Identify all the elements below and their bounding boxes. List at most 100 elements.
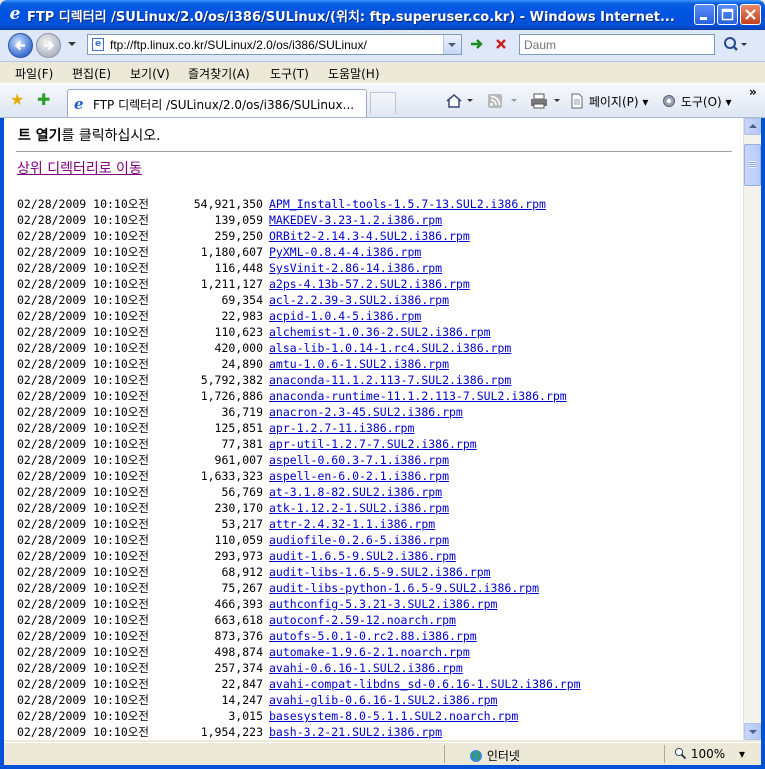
add-favorite-icon[interactable]: ✚ bbox=[37, 92, 50, 108]
menu-view[interactable]: 보기(V) bbox=[130, 65, 170, 82]
page-menu-label: 페이지(P) bbox=[588, 95, 639, 109]
scroll-thumb[interactable] bbox=[744, 144, 761, 186]
file-link[interactable]: avahi-0.6.16-1.SUL2.i386.rpm bbox=[269, 660, 463, 676]
zoom-dropdown-icon[interactable]: ▾ bbox=[739, 747, 745, 761]
file-link[interactable]: attr-2.4.32-1.1.i386.rpm bbox=[269, 516, 435, 532]
file-link[interactable]: alsa-lib-1.0.14-1.rc4.SUL2.i386.rpm bbox=[269, 340, 511, 356]
file-date: 02/28/2009 10:10오전 bbox=[17, 325, 149, 339]
tab-current[interactable]: e FTP 디렉터리 /SULinux/2.0/os/i386/SULinux.… bbox=[67, 89, 367, 117]
rss-feed-icon bbox=[488, 94, 517, 108]
file-link[interactable]: avahi-compat-libdns_sd-0.6.16-1.SUL2.i38… bbox=[269, 676, 581, 692]
feeds-button[interactable] bbox=[487, 93, 519, 112]
file-link[interactable]: atk-1.12.2-1.SUL2.i386.rpm bbox=[269, 500, 449, 516]
globe-icon bbox=[470, 750, 482, 762]
file-link[interactable]: bash-3.2-21.SUL2.i386.rpm bbox=[269, 724, 442, 740]
file-link[interactable]: anaconda-runtime-11.1.2.113-7.SUL2.i386.… bbox=[269, 388, 567, 404]
file-link[interactable]: audit-libs-1.6.5-9.SUL2.i386.rpm bbox=[269, 564, 491, 580]
file-link[interactable]: autoconf-2.59-12.noarch.rpm bbox=[269, 612, 456, 628]
file-row: 02/28/2009 10:10오전 257,374 avahi-0.6.16-1.… bbox=[17, 660, 717, 676]
file-link[interactable]: amtu-1.0.6-1.SUL2.i386.rpm bbox=[269, 356, 449, 372]
back-button[interactable] bbox=[8, 33, 33, 58]
file-link[interactable]: anaconda-11.1.2.113-7.SUL2.i386.rpm bbox=[269, 372, 511, 388]
file-link[interactable]: apr-1.2.7-11.i386.rpm bbox=[269, 420, 414, 436]
file-date: 02/28/2009 10:10오전 bbox=[17, 213, 149, 227]
file-size: 3,015 bbox=[228, 709, 263, 723]
file-size: 139,059 bbox=[214, 213, 263, 227]
file-link[interactable]: SysVinit-2.86-14.i386.rpm bbox=[269, 260, 442, 276]
forward-button[interactable] bbox=[36, 33, 61, 58]
vertical-scrollbar[interactable] bbox=[743, 118, 761, 740]
file-link[interactable]: audit-libs-python-1.6.5-9.SUL2.i386.rpm bbox=[269, 580, 539, 596]
file-link[interactable]: ORBit2-2.14.3-4.SUL2.i386.rpm bbox=[269, 228, 470, 244]
file-row: 02/28/2009 10:10오전 466,393 authconfig-5.3.… bbox=[17, 596, 717, 612]
home-button[interactable] bbox=[445, 93, 473, 112]
file-link[interactable]: a2ps-4.13b-57.2.SUL2.i386.rpm bbox=[269, 276, 470, 292]
file-date: 02/28/2009 10:10오전 bbox=[17, 533, 149, 547]
file-size: 420,000 bbox=[214, 341, 263, 355]
file-link[interactable]: at-3.1.8-82.SUL2.i386.rpm bbox=[269, 484, 442, 500]
file-link[interactable]: aspell-en-6.0-2.1.i386.rpm bbox=[269, 468, 449, 484]
file-link[interactable]: acl-2.2.39-3.SUL2.i386.rpm bbox=[269, 292, 449, 308]
file-date: 02/28/2009 10:10오전 bbox=[17, 405, 149, 419]
stop-button[interactable] bbox=[491, 36, 511, 55]
search-icon bbox=[724, 37, 747, 51]
file-row: 02/28/2009 10:10오전 116,448 SysVinit-2.86-1… bbox=[17, 260, 717, 276]
file-link[interactable]: alchemist-1.0.36-2.SUL2.i386.rpm bbox=[269, 324, 491, 340]
tools-menu-button[interactable]: 도구(O) ▾ bbox=[661, 93, 732, 110]
window-title: FTP 디렉터리 /SULinux/2.0/os/i386/SULinux/(위… bbox=[27, 10, 675, 25]
file-link[interactable]: basesystem-8.0-5.1.1.SUL2.noarch.rpm bbox=[269, 708, 518, 724]
new-tab-button[interactable] bbox=[370, 92, 396, 114]
file-size: 56,769 bbox=[221, 485, 263, 499]
title-bar[interactable]: e FTP 디렉터리 /SULinux/2.0/os/i386/SULinux/… bbox=[0, 0, 765, 30]
file-size: 259,250 bbox=[214, 229, 263, 243]
search-box[interactable] bbox=[519, 34, 715, 55]
file-size: 22,983 bbox=[221, 309, 263, 323]
favorites-star-icon[interactable]: ★ bbox=[10, 92, 24, 108]
file-link[interactable]: APM_Install-tools-1.5.7-13.SUL2.i386.rpm bbox=[269, 196, 546, 212]
minimize-button[interactable] bbox=[694, 4, 715, 25]
address-dropdown-button[interactable] bbox=[443, 35, 461, 54]
file-date: 02/28/2009 10:10오전 bbox=[17, 565, 149, 579]
close-button[interactable] bbox=[740, 4, 761, 25]
address-bar[interactable]: e ftp://ftp.linux.co.kr/SULinux/2.0/os/i… bbox=[87, 34, 462, 55]
go-button[interactable] bbox=[467, 36, 487, 55]
divider bbox=[16, 151, 732, 152]
file-link[interactable]: automake-1.9.6-2.1.noarch.rpm bbox=[269, 644, 470, 660]
menu-edit[interactable]: 편집(E) bbox=[72, 65, 111, 82]
menu-tools[interactable]: 도구(T) bbox=[270, 65, 309, 82]
print-button[interactable] bbox=[530, 93, 562, 112]
chevron-more-icon[interactable]: » bbox=[749, 85, 757, 99]
menu-help[interactable]: 도움말(H) bbox=[328, 65, 380, 82]
file-link[interactable]: PyXML-0.8.4-4.i386.rpm bbox=[269, 244, 421, 260]
file-row: 02/28/2009 10:10오전 53,217 attr-2.4.32-1.1.… bbox=[17, 516, 717, 532]
file-link[interactable]: audiofile-0.2.6-5.i386.rpm bbox=[269, 532, 449, 548]
zoom-control[interactable]: 100% ▾ bbox=[674, 747, 745, 761]
file-date: 02/28/2009 10:10오전 bbox=[17, 357, 149, 371]
file-date: 02/28/2009 10:10오전 bbox=[17, 277, 149, 291]
scroll-up-button[interactable] bbox=[744, 118, 761, 135]
file-link[interactable]: audit-1.6.5-9.SUL2.i386.rpm bbox=[269, 548, 456, 564]
menu-favorites[interactable]: 즐겨찾기(A) bbox=[188, 65, 250, 82]
file-link[interactable]: MAKEDEV-3.23-1.2.i386.rpm bbox=[269, 212, 442, 228]
file-link[interactable]: acpid-1.0.4-5.i386.rpm bbox=[269, 308, 421, 324]
file-link[interactable]: avahi-glib-0.6.16-1.SUL2.i386.rpm bbox=[269, 692, 497, 708]
file-link[interactable]: aspell-0.60.3-7.1.i386.rpm bbox=[269, 452, 449, 468]
file-link[interactable]: apr-util-1.2.7-7.SUL2.i386.rpm bbox=[269, 436, 477, 452]
search-button[interactable] bbox=[720, 35, 750, 55]
maximize-button[interactable] bbox=[717, 4, 738, 25]
zoom-level: 100% bbox=[690, 747, 726, 761]
scroll-down-button[interactable] bbox=[744, 723, 761, 740]
search-input[interactable] bbox=[524, 36, 709, 53]
file-row: 02/28/2009 10:10오전 3,015 basesystem-8.0-5.… bbox=[17, 708, 717, 724]
file-size: 230,170 bbox=[214, 501, 263, 515]
menu-file[interactable]: 파일(F) bbox=[15, 65, 53, 82]
file-link[interactable]: authconfig-5.3.21-3.SUL2.i386.rpm bbox=[269, 596, 497, 612]
recent-pages-dropdown[interactable] bbox=[68, 42, 76, 46]
file-link[interactable]: autofs-5.0.1-0.rc2.88.i386.rpm bbox=[269, 628, 477, 644]
parent-directory-link[interactable]: 상위 디렉터리로 이동 bbox=[17, 158, 142, 178]
file-size: 116,448 bbox=[214, 261, 263, 275]
page-menu-button[interactable]: 페이지(P) ▾ bbox=[569, 93, 648, 110]
address-url[interactable]: ftp://ftp.linux.co.kr/SULinux/2.0/os/i38… bbox=[110, 38, 367, 52]
file-date: 02/28/2009 10:10오전 bbox=[17, 389, 149, 403]
file-link[interactable]: anacron-2.3-45.SUL2.i386.rpm bbox=[269, 404, 463, 420]
